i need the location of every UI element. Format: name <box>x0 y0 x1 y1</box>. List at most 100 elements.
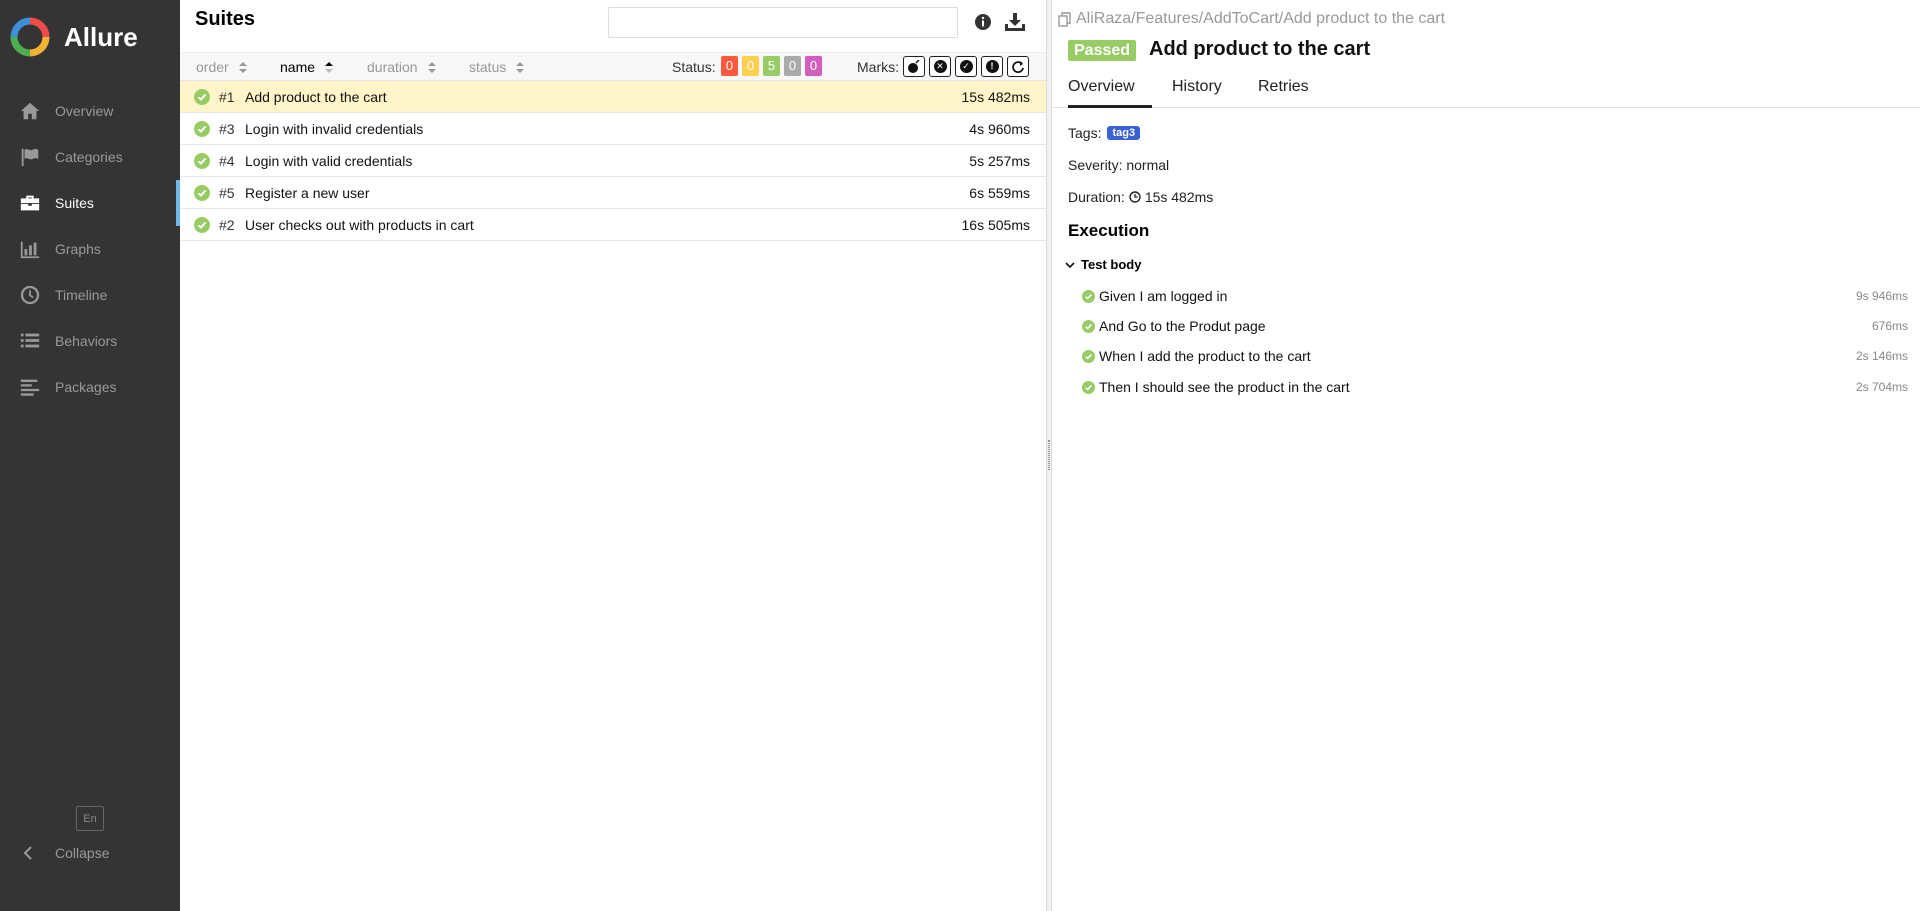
exclamation-circle-icon: ! <box>985 60 999 73</box>
sidebar-item-suites[interactable]: Suites <box>0 180 180 226</box>
sidebar-item-label: Packages <box>55 379 117 395</box>
brand[interactable]: Allure <box>10 16 138 58</box>
sidebar-item-label: Categories <box>55 149 123 165</box>
sort-status-label: status <box>469 59 507 75</box>
step-name: Given I am logged in <box>1099 288 1228 304</box>
row-number: #4 <box>219 152 235 169</box>
sort-icon <box>238 61 247 73</box>
table-row[interactable]: #2 User checks out with products in cart… <box>180 209 1046 241</box>
passed-status-icon <box>194 121 210 137</box>
sort-name-label: name <box>280 59 316 75</box>
sidebar-item-overview[interactable]: Overview <box>0 88 180 134</box>
row-name: Register a new user <box>245 184 370 201</box>
row-number: #3 <box>219 120 235 137</box>
step-duration: 9s 946ms <box>1855 289 1908 303</box>
sidebar-item-behaviors[interactable]: Behaviors <box>0 318 180 364</box>
row-number: #1 <box>219 88 235 105</box>
briefcase-icon <box>20 195 40 211</box>
brand-name: Allure <box>64 21 138 52</box>
row-name: Add product to the cart <box>245 88 387 105</box>
step-row[interactable]: When I add the product to the cart 2s 14… <box>1082 345 1908 367</box>
sort-asc-icon <box>325 61 334 73</box>
row-name: Login with invalid credentials <box>245 120 424 137</box>
severity-row: Severity: normal <box>1068 157 1170 173</box>
sort-name[interactable]: name <box>280 59 334 75</box>
suites-pane: Suites order name duration status Status… <box>180 0 1046 911</box>
table-row[interactable]: #3 Login with invalid credentials 4s 960… <box>180 113 1046 145</box>
duration-value: 15s 482ms <box>1144 189 1214 205</box>
breadcrumb-path: AliRaza/Features/AddToCart/Add product t… <box>1076 10 1446 27</box>
status-failed-badge[interactable]: 0 <box>721 56 738 76</box>
mark-flaky-button[interactable] <box>903 56 925 77</box>
sort-status[interactable]: status <box>469 59 525 75</box>
row-number: #2 <box>219 216 235 233</box>
download-icon[interactable] <box>1004 12 1026 32</box>
sidebar-item-label: Behaviors <box>55 333 118 349</box>
sidebar-item-graphs[interactable]: Graphs <box>0 226 180 272</box>
row-name: User checks out with products in cart <box>245 216 474 233</box>
test-list: #1 Add product to the cart 15s 482ms #3 … <box>180 81 1046 241</box>
sidebar-item-packages[interactable]: Packages <box>0 364 180 410</box>
language-button[interactable]: En <box>76 806 104 831</box>
passed-status-icon <box>194 217 210 233</box>
row-duration: 15s 482ms <box>961 88 1030 105</box>
refresh-icon <box>1012 60 1024 73</box>
collapse-label: Collapse <box>55 845 110 861</box>
allure-logo-icon <box>10 17 50 57</box>
step-row[interactable]: Then I should see the product in the car… <box>1082 376 1908 398</box>
test-body-toggle[interactable]: Test body <box>1065 257 1141 272</box>
status-passed-badge[interactable]: 5 <box>763 56 780 76</box>
status-skipped-badge[interactable]: 0 <box>784 56 801 76</box>
table-row[interactable]: #1 Add product to the cart 15s 482ms <box>180 81 1046 113</box>
sidebar: Allure Overview Categories Suites Graphs… <box>0 0 180 911</box>
row-duration: 6s 559ms <box>969 184 1030 201</box>
sort-duration[interactable]: duration <box>367 59 436 75</box>
passed-status-icon <box>194 89 210 105</box>
status-unknown-badge[interactable]: 0 <box>805 56 822 76</box>
step-name: Then I should see the product in the car… <box>1099 379 1350 395</box>
chevron-down-icon <box>1065 261 1075 268</box>
mark-new-failed-button[interactable]: ✕ <box>929 56 951 77</box>
test-detail-pane: AliRaza/Features/AddToCart/Add product t… <box>1052 0 1920 911</box>
detail-tabs: Overview History Retries <box>1052 74 1920 108</box>
sort-order[interactable]: order <box>196 59 247 75</box>
step-duration: 2s 704ms <box>1855 380 1908 394</box>
collapse-button[interactable]: Collapse <box>22 845 109 861</box>
sidebar-item-label: Overview <box>55 103 114 119</box>
step-row[interactable]: And Go to the Produt page 676ms <box>1082 315 1908 337</box>
row-duration: 16s 505ms <box>961 216 1030 233</box>
tag-badge: tag3 <box>1107 126 1141 140</box>
check-circle-icon: ✓ <box>959 60 973 73</box>
flag-icon <box>21 148 39 167</box>
breadcrumb[interactable]: AliRaza/Features/AddToCart/Add product t… <box>1058 10 1445 28</box>
mark-new-broken-button[interactable]: ! <box>981 56 1003 77</box>
row-number: #5 <box>219 184 235 201</box>
step-row[interactable]: Given I am logged in 9s 946ms <box>1082 285 1908 307</box>
status-broken-badge[interactable]: 0 <box>742 56 759 76</box>
sidebar-nav: Overview Categories Suites Graphs Timeli… <box>0 88 180 410</box>
status-filter-label: Status: <box>672 59 716 75</box>
duration-row: Duration: 15s 482ms <box>1068 189 1213 205</box>
execution-title: Execution <box>1068 221 1150 240</box>
table-row[interactable]: #5 Register a new user 6s 559ms <box>180 177 1046 209</box>
tags-label: Tags: <box>1068 125 1102 141</box>
tab-overview[interactable]: Overview <box>1068 78 1152 108</box>
sidebar-item-timeline[interactable]: Timeline <box>0 272 180 318</box>
mark-retries-button[interactable] <box>1007 56 1029 77</box>
search-input[interactable] <box>608 7 958 38</box>
align-left-icon <box>20 379 40 396</box>
passed-status-icon <box>1082 289 1095 303</box>
copy-icon[interactable] <box>1058 11 1072 27</box>
splitter-grip[interactable] <box>1048 440 1050 470</box>
table-row[interactable]: #4 Login with valid credentials 5s 257ms <box>180 145 1046 177</box>
bomb-icon <box>908 59 920 73</box>
mark-new-passed-button[interactable]: ✓ <box>955 56 977 77</box>
tab-retries[interactable]: Retries <box>1258 78 1309 108</box>
passed-status-icon <box>1082 349 1095 363</box>
step-duration: 2s 146ms <box>1855 349 1908 363</box>
info-icon[interactable] <box>973 12 993 32</box>
step-duration: 676ms <box>1871 319 1908 333</box>
sidebar-item-categories[interactable]: Categories <box>0 134 180 180</box>
clock-icon <box>1129 191 1141 203</box>
tab-history[interactable]: History <box>1172 78 1222 108</box>
